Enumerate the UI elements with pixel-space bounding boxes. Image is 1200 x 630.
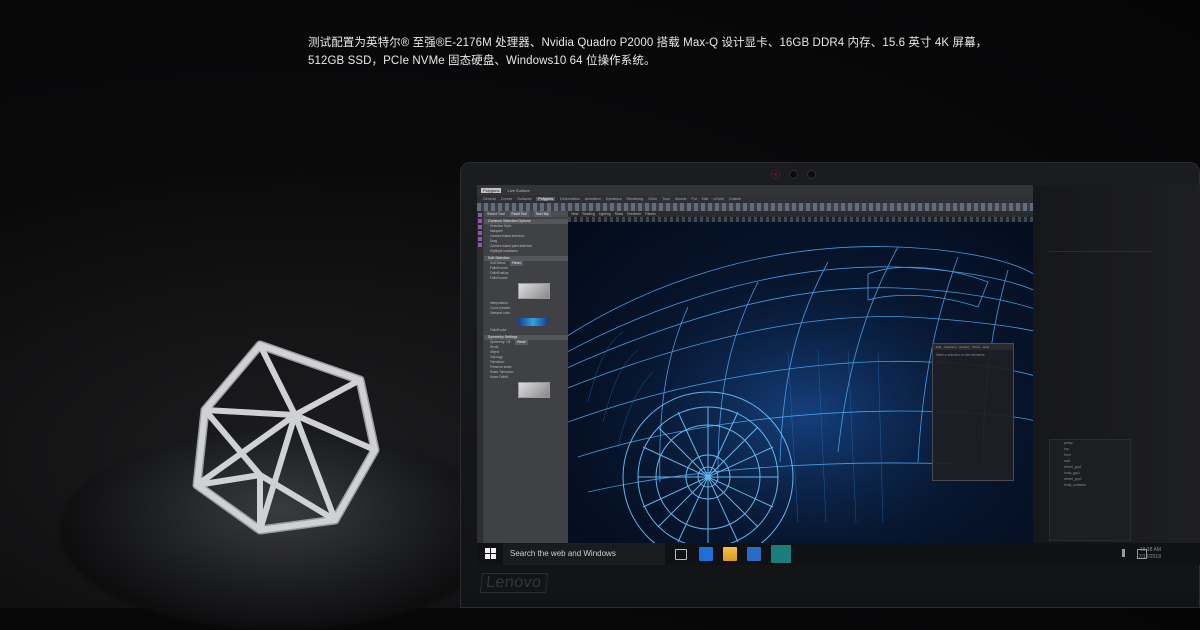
soft-select-label: Soft Select	[490, 261, 506, 265]
menu-live-surface[interactable]: Live Surface	[507, 188, 529, 193]
tab-xgen[interactable]: XGen	[648, 197, 657, 201]
viewport-menu-view[interactable]: View	[571, 212, 578, 216]
radio-symmetry-off[interactable]: Off	[506, 340, 510, 344]
viewport-menu-renderer[interactable]: Renderer	[627, 212, 641, 216]
select-tool-icon[interactable]	[478, 213, 482, 217]
laptop: Polygons Live Surface General Curves Sur…	[460, 162, 1200, 608]
caption-line-2: 512GB SSD，PCIe NVMe 固态硬盘、Windows10 64 位操…	[308, 55, 656, 67]
tab-polygons[interactable]: Polygons	[536, 197, 556, 201]
clock-date: 7/12/2018	[1138, 554, 1161, 560]
screen: Polygons Live Surface General Curves Sur…	[477, 185, 1200, 565]
windows-logo-icon	[485, 548, 490, 553]
windows-logo-icon	[491, 554, 496, 559]
tab-dynamics[interactable]: Dynamics	[606, 197, 622, 201]
symmetry-reset-button[interactable]: Reset	[515, 340, 528, 345]
tab-hair[interactable]: Hair	[702, 197, 709, 201]
ir-sensor-icon	[771, 170, 780, 179]
edge-browser-icon[interactable]	[699, 547, 713, 561]
paint-tool-icon[interactable]	[478, 225, 482, 229]
file-explorer-icon[interactable]	[723, 547, 737, 561]
row-falloff-curve: Falloff curve:	[490, 276, 509, 280]
floating-editor-dialog: Edit Selection Display Show Help Make a …	[932, 343, 1014, 481]
windows-logo-icon	[485, 554, 490, 559]
tab-fur[interactable]: Fur	[692, 197, 697, 201]
store-icon[interactable]	[747, 547, 761, 561]
panel-title: Select Tool Reset Tool Tool Help	[484, 211, 568, 217]
dialog-menu-edit[interactable]: Edit	[936, 345, 941, 349]
symmetry-label: Symmetry:	[490, 340, 506, 344]
tab-rendering[interactable]: Rendering	[627, 197, 644, 201]
tab-muscle[interactable]: Muscle	[675, 197, 686, 201]
checkbox-highlight-backfaces[interactable]: Highlight backfaces	[484, 249, 568, 254]
tab-ncloth[interactable]: nCloth	[713, 197, 723, 201]
tab-general[interactable]: General	[483, 197, 496, 201]
viewport-menu-panels[interactable]: Panels	[645, 212, 655, 216]
dialog-menu-show[interactable]: Show	[972, 345, 980, 349]
volume-icon[interactable]	[1122, 549, 1133, 557]
row-viewport-color: Viewport color	[490, 311, 511, 315]
viewport-menu-show[interactable]: Show	[615, 212, 623, 216]
viewport-menu-shading[interactable]: Shading	[582, 212, 594, 216]
rotate-tool-icon[interactable]	[478, 237, 482, 241]
move-tool-icon[interactable]	[478, 231, 482, 235]
tab-custom[interactable]: Custom	[729, 197, 741, 201]
maya-app-icon[interactable]	[771, 545, 791, 563]
app-menubar: Polygons Live Surface	[477, 185, 1037, 195]
caption-line-1: 测试配置为英特尔® 至强®E-2176M 处理器、Nvidia Quadro P…	[308, 37, 988, 49]
shelf-icon-row[interactable]	[477, 203, 1033, 211]
dialog-menu-selection[interactable]: Selection	[944, 345, 956, 349]
task-view-icon[interactable]	[675, 549, 687, 560]
windows-logo-icon	[491, 548, 496, 553]
maya-app-window: Polygons Live Surface General Curves Sur…	[477, 185, 1039, 543]
viewport-menu-lighting[interactable]: Lighting	[599, 212, 611, 216]
tab-deformation[interactable]: Deformation	[560, 197, 580, 201]
caption: 测试配置为英特尔® 至强®E-2176M 处理器、Nvidia Quadro P…	[308, 34, 988, 70]
dialog-menu-display[interactable]: Display	[960, 345, 970, 349]
wireframe-icosahedron-sculpture	[192, 340, 380, 535]
tab-animation[interactable]: Animation	[585, 197, 601, 201]
tab-toon[interactable]: Toon	[662, 197, 670, 201]
lasso-tool-icon[interactable]	[478, 219, 482, 223]
row-falloff-color: Falloff color	[490, 328, 507, 332]
reset-tool-button[interactable]: Reset Tool	[509, 211, 529, 217]
tab-curves[interactable]: Curves	[501, 197, 512, 201]
seam-falloff-graph[interactable]	[518, 382, 550, 398]
outliner: persp top front side wheel_grp1 body_grp…	[1049, 439, 1131, 541]
dialog-hint: Make a selection to view elements	[936, 353, 985, 357]
right-panel-row	[1049, 239, 1153, 252]
search-placeholder: Search the web and Windows	[510, 549, 616, 558]
camera-bar	[771, 170, 816, 179]
menu-mode[interactable]: Polygons	[481, 187, 502, 193]
start-button[interactable]	[485, 548, 497, 560]
tool-settings-panel: Select Tool Reset Tool Tool Help Common …	[484, 211, 568, 543]
webcam-lens-icon	[807, 170, 816, 179]
clock-time: 10:38 AM	[1139, 547, 1161, 553]
lenovo-logo: Lenovo	[479, 573, 548, 593]
system-clock[interactable]: 10:38 AM 7/12/2018	[1139, 547, 1161, 561]
falloff-curve-graph[interactable]	[518, 283, 550, 299]
soft-reset-button[interactable]: Reset	[510, 261, 523, 266]
falloff-color-ramp[interactable]	[518, 318, 548, 326]
shelf-tabs: General Curves Surfaces Polygons Deforma…	[477, 195, 1039, 203]
dialog-menu-help[interactable]: Help	[983, 345, 989, 349]
windows-taskbar: Search the web and Windows 10:38 AM 7/12…	[477, 543, 1200, 565]
tab-surfaces[interactable]: Surfaces	[517, 197, 531, 201]
tool-help-button[interactable]: Tool Help	[533, 211, 551, 217]
camera-icon	[789, 170, 798, 179]
outliner-item[interactable]: body_surfaces	[1050, 482, 1130, 488]
tool-strip	[477, 211, 483, 543]
scale-tool-icon[interactable]	[478, 243, 482, 247]
panel-title-text: Select Tool	[487, 212, 505, 216]
taskbar-search-box[interactable]: Search the web and Windows	[503, 543, 665, 565]
row-seam-falloff: Seam Falloff:	[490, 375, 509, 379]
